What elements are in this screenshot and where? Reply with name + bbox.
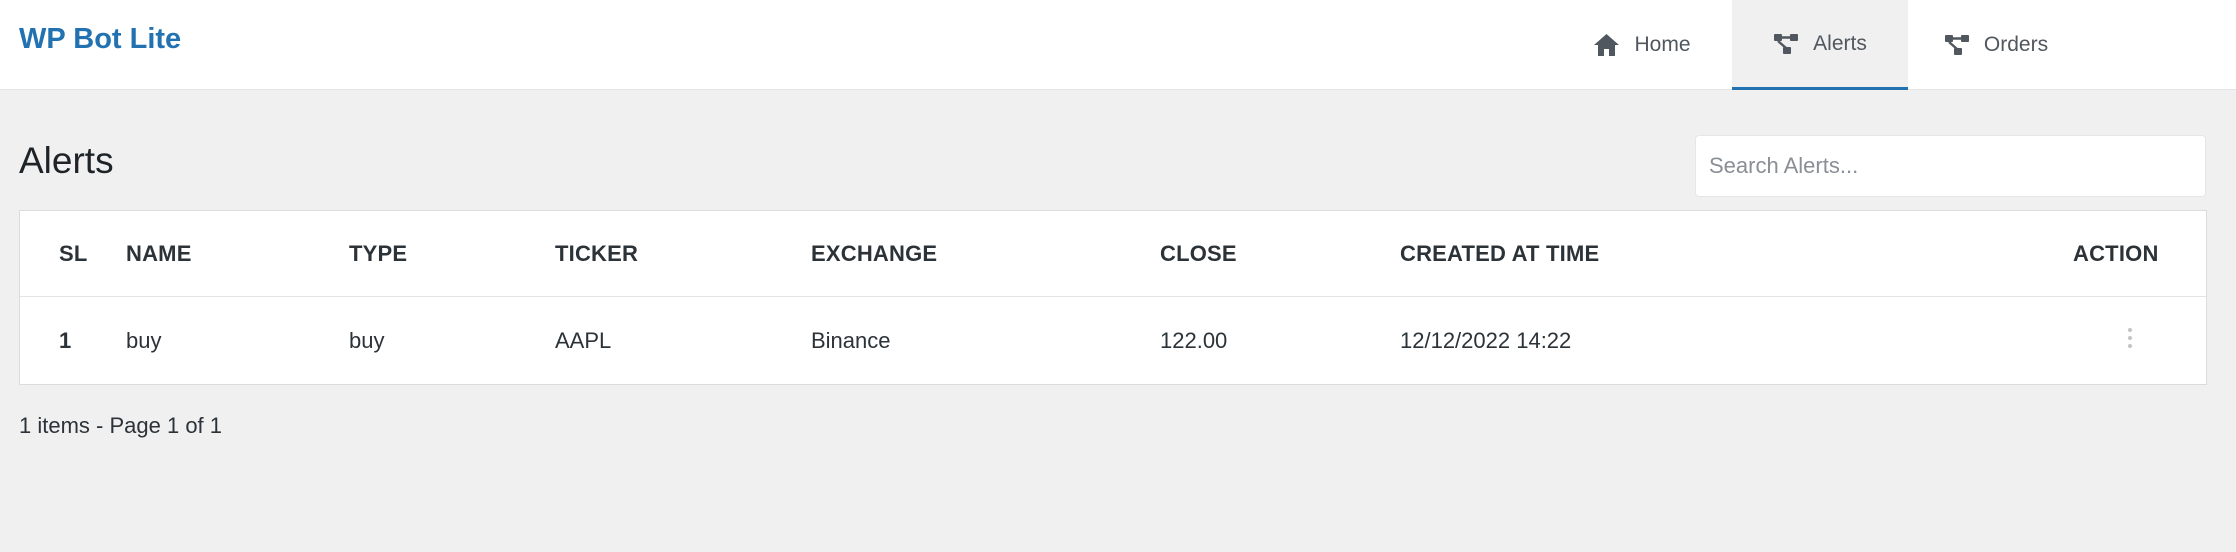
- cell-exchange: Binance: [811, 327, 891, 353]
- pagination-total-pages: 1: [209, 413, 223, 438]
- column-header-action: ACTION: [2073, 240, 2159, 266]
- cell-close: 122.00: [1160, 327, 1228, 353]
- pagination-mid: of: [179, 413, 210, 438]
- column-header-ticker[interactable]: TICKER: [555, 211, 638, 296]
- page-title: Alerts: [19, 140, 114, 181]
- nav-item-alerts[interactable]: Alerts: [1732, 0, 1908, 90]
- cell-ticker: AAPL: [555, 327, 612, 353]
- cell-name: buy: [126, 327, 162, 353]
- nav-item-orders-label: Orders: [1983, 33, 2049, 56]
- row-actions-button[interactable]: [2127, 297, 2133, 384]
- home-icon: [1593, 33, 1620, 57]
- nav-item-home[interactable]: Home: [1572, 0, 1712, 90]
- column-header-name[interactable]: NAME: [126, 211, 192, 296]
- nav-item-home-label: Home: [1634, 33, 1691, 56]
- nodes-icon: [1773, 33, 1799, 55]
- cell-type: buy: [349, 327, 385, 353]
- more-vertical-icon: [2127, 327, 2133, 354]
- nav-item-alerts-label: Alerts: [1813, 31, 1867, 55]
- column-header-type[interactable]: TYPE: [349, 211, 407, 296]
- nodes-icon: [1944, 34, 1970, 56]
- nav-item-orders[interactable]: Orders: [1908, 0, 2084, 90]
- column-header-sl[interactable]: SL: [59, 211, 88, 296]
- alerts-table: SL NAME TYPE TICKER EXCHANGE CLOSE CREAT…: [19, 210, 2207, 385]
- search-input[interactable]: [1695, 135, 2206, 197]
- pagination-prefix: 1 items - Page: [19, 413, 167, 438]
- table-row[interactable]: 1 buy buy AAPL Binance 122.00 12/12/2022…: [20, 297, 2206, 384]
- pagination-info: 1 items - Page 1 of 1: [19, 413, 222, 439]
- pagination-current-page: 1: [166, 413, 180, 438]
- brand-logo-text[interactable]: WP Bot Lite: [19, 22, 181, 56]
- table-header-row: SL NAME TYPE TICKER EXCHANGE CLOSE CREAT…: [20, 211, 2206, 297]
- column-header-created-at[interactable]: CREATED AT TIME: [1400, 211, 1599, 296]
- top-navigation-bar: WP Bot Lite Home Alerts Orders: [0, 0, 2236, 90]
- column-header-exchange[interactable]: EXCHANGE: [811, 211, 937, 296]
- cell-sl: 1: [59, 327, 72, 353]
- column-header-close[interactable]: CLOSE: [1160, 211, 1237, 296]
- cell-created-at: 12/12/2022 14:22: [1400, 327, 1572, 353]
